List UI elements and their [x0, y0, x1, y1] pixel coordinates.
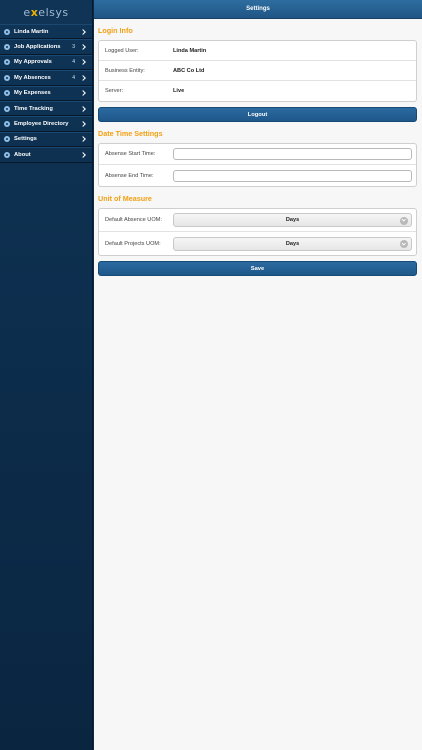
sidebar-item-job-applications[interactable]: Job Applications 3: [0, 39, 92, 55]
business-entity-value: ABC Co Ltd: [173, 67, 205, 74]
logged-user-label: Logged User:: [105, 47, 139, 54]
check-icon: [4, 59, 10, 66]
sidebar-item-count: 3: [72, 44, 75, 51]
user-icon: [4, 28, 10, 35]
sidebar-item-my-expenses[interactable]: My Expenses: [0, 85, 92, 101]
projects-uom-row: Default Projects UOM: Days: [99, 232, 416, 255]
business-entity-row: Business Entity: ABC Co Ltd: [99, 61, 416, 81]
chevron-right-icon: [80, 121, 86, 127]
projects-uom-label: Default Projects UOM:: [105, 240, 161, 247]
calendar-icon: [4, 74, 10, 81]
server-value: Live: [173, 88, 185, 94]
chevron-right-icon: [80, 90, 86, 97]
info-icon: [4, 151, 10, 158]
chevron-right-icon: [80, 136, 86, 143]
sidebar-item-label: My Approvals: [14, 59, 52, 66]
absence-end-time-input[interactable]: [173, 169, 412, 182]
logged-user-value: Linda Martin: [173, 47, 207, 54]
sidebar-item-employee-directory[interactable]: Employee Directory: [0, 116, 92, 132]
chevron-right-icon: [80, 151, 86, 158]
uom-card: Default Absence UOM: Days Default Projec…: [98, 208, 417, 256]
server-label: Server:: [105, 88, 124, 94]
absence-start-time-input[interactable]: [173, 148, 412, 160]
chevron-right-icon: [80, 44, 86, 50]
sidebar-item-label: Linda Martin: [14, 28, 49, 35]
sidebar-item-label: About: [14, 151, 31, 158]
absence-uom-label: Default Absence UOM:: [105, 217, 162, 223]
absence-uom-value: Days: [285, 217, 300, 223]
sidebar-item-label: My Absences: [14, 74, 51, 81]
logout-button[interactable]: Logout: [98, 107, 417, 122]
projects-uom-value: Days: [285, 240, 300, 247]
sidebar-item-about[interactable]: About: [0, 147, 92, 163]
absence-start-label: Absense Start Time:: [105, 151, 156, 157]
briefcase-icon: [4, 44, 10, 51]
date-time-settings-title: Date Time Settings: [98, 129, 163, 138]
sidebar-item-profile[interactable]: Linda Martin: [0, 24, 92, 40]
server-row: Server: Live: [99, 81, 416, 101]
sidebar-menu: Linda Martin Job Applications 3 My Appro…: [0, 24, 92, 163]
business-entity-label: Business Entity:: [105, 67, 145, 74]
gear-icon: [4, 136, 10, 143]
sidebar-item-label: Time Tracking: [14, 105, 53, 112]
chevron-right-icon: [80, 59, 86, 66]
absence-uom-select[interactable]: Days: [173, 213, 412, 227]
chevron-right-icon: [80, 28, 86, 35]
page-header: Settings: [94, 0, 422, 19]
chevron-down-icon: [400, 240, 408, 248]
projects-uom-select[interactable]: Days: [173, 236, 412, 251]
sidebar-item-count: 4: [72, 59, 75, 66]
page-title: Settings: [246, 6, 270, 12]
sidebar-item-my-absences[interactable]: My Absences 4: [0, 70, 92, 86]
sidebar: e x elsys Linda Martin Job Applications 3 …: [0, 0, 93, 750]
logged-user-row: Logged User: Linda Martin: [99, 41, 416, 61]
login-info-title: Login Info: [98, 26, 133, 35]
sidebar-item-settings[interactable]: Settings: [0, 131, 92, 148]
sidebar-item-my-approvals[interactable]: My Approvals 4: [0, 54, 92, 71]
absence-start-row: Absense Start Time:: [99, 144, 416, 165]
sidebar-item-label: Employee Directory: [14, 121, 69, 128]
chevron-down-icon: [400, 216, 408, 225]
sidebar-item-count: 4: [72, 74, 75, 81]
clock-icon: [4, 105, 10, 112]
absence-end-row: Absense End Time:: [99, 165, 416, 186]
logo-text-suffix: elsys: [38, 5, 69, 19]
logo-text-x: x: [30, 5, 39, 19]
chevron-right-icon: [80, 105, 86, 112]
date-time-card: Absense Start Time: Absense End Time:: [98, 143, 417, 187]
absence-end-label: Absense End Time:: [105, 172, 154, 179]
sidebar-item-label: Job Applications: [14, 44, 61, 51]
save-button[interactable]: Save: [98, 261, 417, 276]
unit-of-measure-title: Unit of Measure: [98, 194, 152, 203]
app-logo: e x elsys: [0, 0, 92, 24]
money-bag-icon: [4, 90, 10, 97]
sidebar-item-time-tracking[interactable]: Time Tracking: [0, 100, 92, 117]
absence-uom-row: Default Absence UOM: Days: [99, 209, 416, 232]
settings-page: Settings Login Info Logged User: Linda M…: [94, 0, 422, 750]
logo-text-prefix: e: [23, 5, 31, 19]
chevron-right-icon: [80, 75, 86, 81]
sidebar-item-label: My Expenses: [14, 90, 51, 97]
sidebar-item-label: Settings: [14, 136, 37, 143]
login-info-card: Logged User: Linda Martin Business Entit…: [98, 40, 417, 102]
globe-icon: [4, 121, 10, 128]
